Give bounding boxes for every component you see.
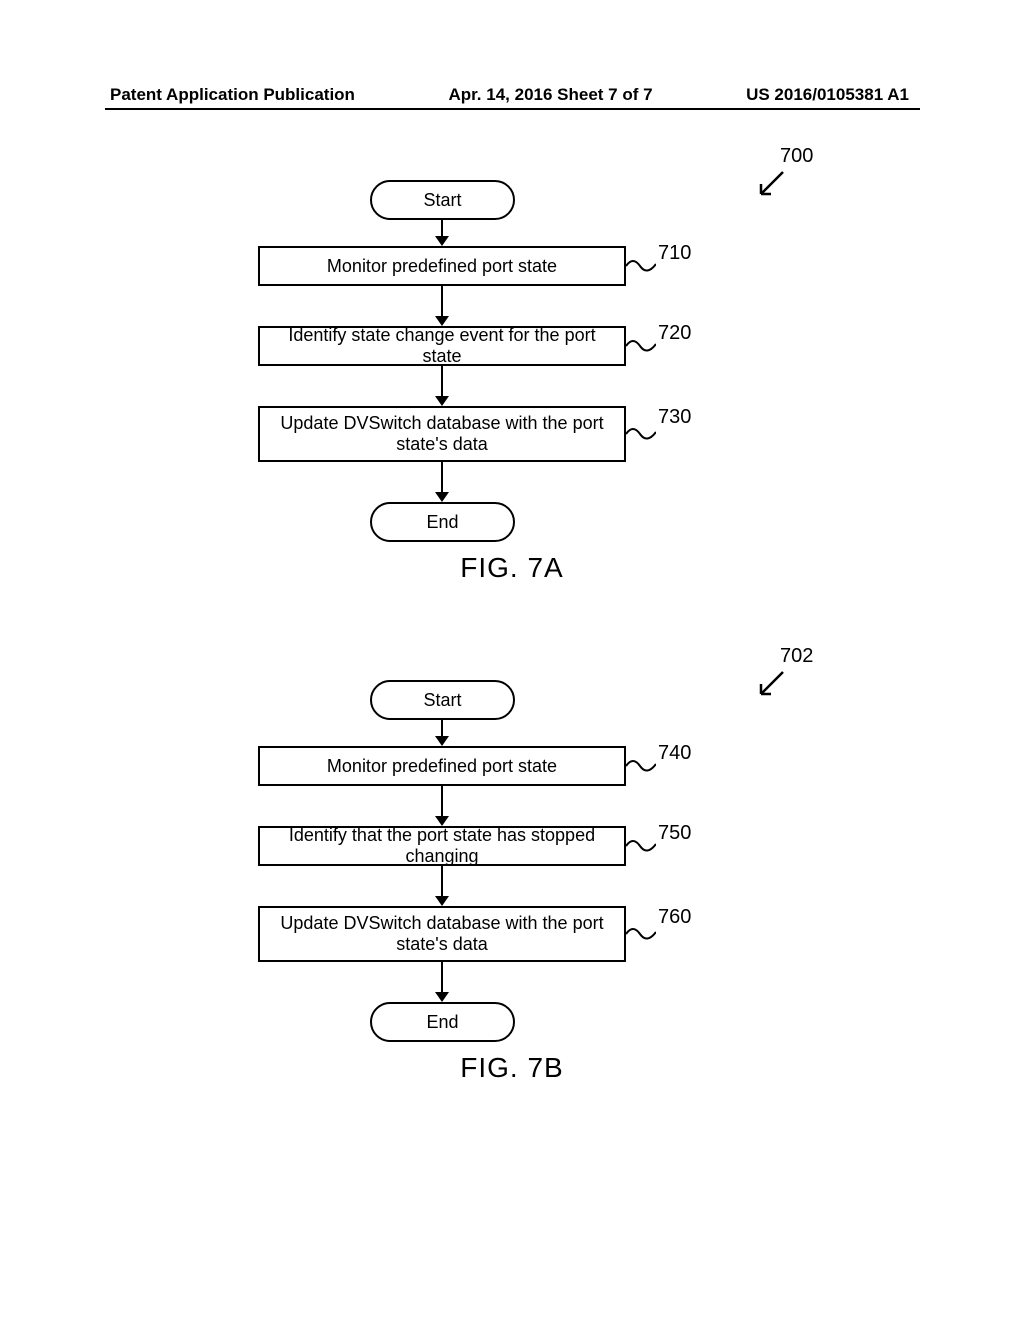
- terminal-start-b: Start: [370, 680, 515, 720]
- header-right: US 2016/0105381 A1: [746, 85, 909, 105]
- process-a2: Identify state change event for the port…: [258, 326, 626, 366]
- ref-label-b2: 750: [658, 822, 691, 845]
- header-rule: [105, 108, 920, 110]
- arrow-head-icon: [435, 896, 449, 906]
- ref-label-b1: 740: [658, 742, 691, 765]
- squiggle-connector-icon: [626, 334, 656, 358]
- arrow-head-icon: [435, 236, 449, 246]
- squiggle-connector-icon: [626, 754, 656, 778]
- arrow-line: [441, 786, 443, 818]
- arrow-line: [441, 286, 443, 318]
- ref-arrow-icon: [755, 668, 787, 700]
- ref-label-a1: 710: [658, 242, 691, 265]
- process-b2: Identify that the port state has stopped…: [258, 826, 626, 866]
- process-a3: Update DVSwitch database with the port s…: [258, 406, 626, 462]
- figure-caption-a: FIG. 7A: [0, 552, 1024, 584]
- process-a1: Monitor predefined port state: [258, 246, 626, 286]
- process-b3: Update DVSwitch database with the port s…: [258, 906, 626, 962]
- ref-label-a2: 720: [658, 322, 691, 345]
- squiggle-connector-icon: [626, 254, 656, 278]
- ref-arrow-icon: [755, 168, 787, 200]
- arrow-head-icon: [435, 736, 449, 746]
- process-b1: Monitor predefined port state: [258, 746, 626, 786]
- arrow-head-icon: [435, 992, 449, 1002]
- squiggle-connector-icon: [626, 422, 656, 446]
- terminal-end-b: End: [370, 1002, 515, 1042]
- ref-label-b3: 760: [658, 906, 691, 929]
- terminal-start-a: Start: [370, 180, 515, 220]
- ref-label-main-a: 700: [780, 145, 813, 168]
- arrow-line: [441, 866, 443, 898]
- arrow-line: [441, 366, 443, 398]
- arrow-line: [441, 462, 443, 494]
- header-left: Patent Application Publication: [110, 85, 355, 105]
- ref-label-a3: 730: [658, 406, 691, 429]
- terminal-end-a: End: [370, 502, 515, 542]
- arrow-line: [441, 962, 443, 994]
- arrow-head-icon: [435, 396, 449, 406]
- page-header: Patent Application Publication Apr. 14, …: [0, 85, 1024, 105]
- ref-label-main-b: 702: [780, 645, 813, 668]
- squiggle-connector-icon: [626, 922, 656, 946]
- arrow-head-icon: [435, 492, 449, 502]
- figure-caption-b: FIG. 7B: [0, 1052, 1024, 1084]
- header-center: Apr. 14, 2016 Sheet 7 of 7: [448, 85, 652, 105]
- squiggle-connector-icon: [626, 834, 656, 858]
